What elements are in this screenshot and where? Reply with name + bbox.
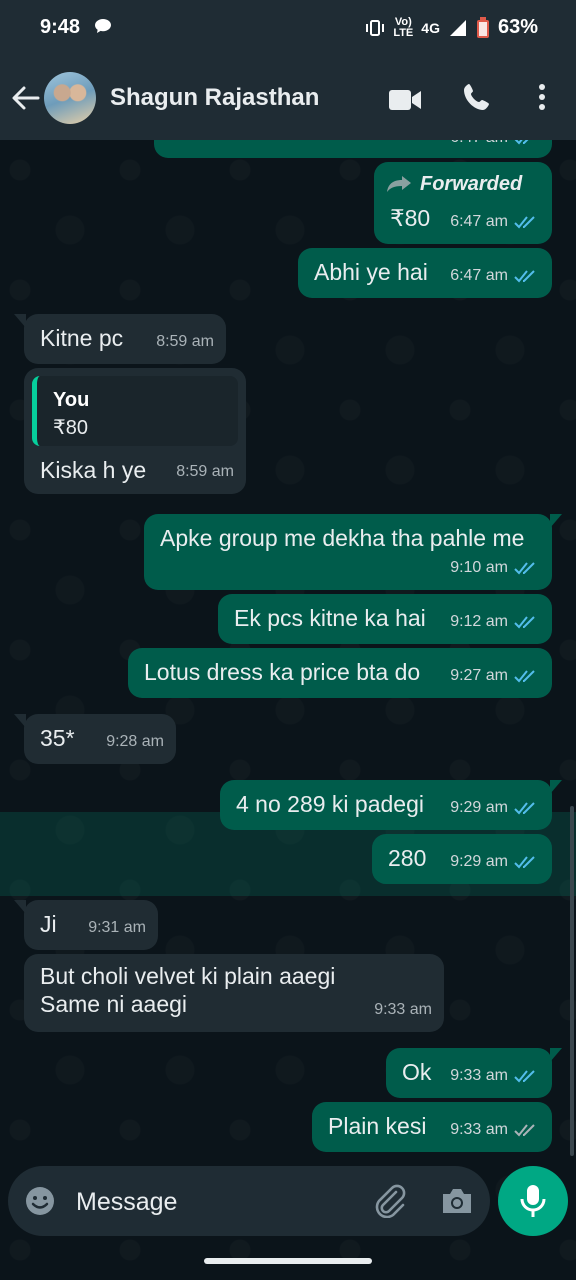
back-arrow-icon[interactable] xyxy=(10,84,40,112)
forwarded-label: Forwarded xyxy=(386,170,522,198)
read-receipt-icon xyxy=(514,670,535,683)
network-type: 4G xyxy=(421,19,440,36)
video-call-icon[interactable] xyxy=(388,88,422,112)
message-bubble-in[interactable]: You ₹80 Kiska h ye 8:59 am xyxy=(24,368,246,494)
message-meta: 9:10 am xyxy=(450,554,540,582)
message-bubble-out[interactable]: Apke group me dekha tha pahle me 9:10 am xyxy=(144,514,562,590)
vibrate-icon xyxy=(366,19,385,36)
read-receipt-icon xyxy=(514,856,535,869)
message-text: ₹80 xyxy=(390,205,431,231)
message-meta: 6:47 am xyxy=(450,262,540,290)
read-receipt-icon xyxy=(514,270,535,283)
status-indicators: Vo) LTE 4G 63% xyxy=(365,16,538,39)
message-text: Lotus dress ka price bta do xyxy=(144,659,421,685)
chat-notification-icon xyxy=(95,19,111,33)
contact-avatar[interactable] xyxy=(44,72,96,124)
message-meta: 9:33 am xyxy=(374,1001,432,1018)
message-bubble-in[interactable]: Ji 9:31 am xyxy=(14,900,158,950)
message-bubble-out[interactable]: 280 9:29 am xyxy=(372,834,552,884)
read-receipt-icon xyxy=(514,802,535,815)
message-bubble-out[interactable]: Lotus dress ka price bta do 9:27 am xyxy=(128,648,552,698)
message-text-line1: But choli velvet ki plain aaegi xyxy=(40,963,336,989)
message-text: 35* xyxy=(40,725,75,751)
message-text: 4 no 289 ki padegi xyxy=(236,791,424,817)
contact-name[interactable]: Shagun Rajasthan xyxy=(110,84,319,112)
message-bubble-out[interactable]: 6:47 am xyxy=(154,140,552,158)
read-receipt-icon xyxy=(514,616,535,629)
message-meta: 9:29 am xyxy=(450,794,540,822)
message-meta: 9:29 am xyxy=(450,848,540,876)
message-input[interactable] xyxy=(74,1184,358,1220)
attach-paperclip-icon[interactable] xyxy=(372,1184,408,1218)
message-text: Ek pcs kitne ka hai xyxy=(234,605,426,631)
message-text: Kiska h ye xyxy=(40,457,147,483)
delivered-receipt-icon xyxy=(514,1124,535,1137)
read-receipt-icon xyxy=(514,140,529,145)
message-text: Ok xyxy=(402,1059,432,1085)
signal-icon xyxy=(449,19,466,36)
message-meta: 9:33 am xyxy=(450,1116,540,1144)
message-meta: 9:12 am xyxy=(450,608,540,636)
more-options-icon[interactable] xyxy=(530,82,554,112)
message-bubble-out[interactable]: 4 no 289 ki padegi 9:29 am xyxy=(220,780,562,830)
status-time: 9:48 xyxy=(40,16,81,38)
quoted-message[interactable]: You ₹80 xyxy=(32,376,238,446)
message-text: Apke group me dekha tha pahle me xyxy=(160,525,525,551)
message-meta: 9:33 am xyxy=(450,1062,540,1090)
message-meta: 6:47 am xyxy=(450,140,540,152)
message-meta: 9:31 am xyxy=(88,919,146,936)
message-meta: 8:59 am xyxy=(176,463,234,480)
compose-bar xyxy=(8,1166,490,1236)
message-text: Kitne pc xyxy=(40,325,124,351)
emoji-icon[interactable] xyxy=(24,1185,56,1217)
message-text: Ji xyxy=(40,911,57,937)
message-meta: 8:59 am xyxy=(156,333,214,350)
volte-indicator: Vo) LTE xyxy=(393,15,414,39)
message-meta: 9:28 am xyxy=(106,733,164,750)
voice-call-icon[interactable] xyxy=(462,82,492,112)
message-meta: 6:47 am xyxy=(450,208,540,236)
read-receipt-icon xyxy=(514,1070,535,1083)
quote-author: You xyxy=(53,389,90,411)
camera-icon[interactable] xyxy=(440,1186,474,1216)
voice-message-button[interactable] xyxy=(498,1166,568,1236)
message-bubble-out[interactable]: Abhi ye hai 6:47 am xyxy=(298,248,552,298)
read-receipt-icon xyxy=(514,216,535,229)
read-receipt-icon xyxy=(514,562,535,575)
microphone-icon xyxy=(520,1185,546,1217)
message-text: 280 xyxy=(388,845,427,871)
message-bubble-in[interactable]: But choli velvet ki plain aaegi Same ni … xyxy=(24,954,444,1032)
scrollbar[interactable] xyxy=(570,806,574,1156)
message-bubble-in[interactable]: Kitne pc 8:59 am xyxy=(14,314,226,364)
message-meta: 9:27 am xyxy=(450,662,540,690)
battery-percent: 63% xyxy=(497,16,538,38)
battery-icon xyxy=(476,16,489,38)
message-bubble-out[interactable]: Ok 9:33 am xyxy=(386,1048,562,1098)
message-text: Plain kesi xyxy=(328,1113,427,1139)
chat-header: Shagun Rajasthan xyxy=(0,56,576,140)
message-bubble-out[interactable]: Ek pcs kitne ka hai 9:12 am xyxy=(218,594,552,644)
forward-arrow-icon xyxy=(387,176,411,192)
message-bubble-out[interactable]: Plain kesi 9:33 am xyxy=(312,1102,552,1152)
message-bubble-out[interactable]: Forwarded ₹80 6:47 am xyxy=(374,162,552,244)
message-text: Abhi ye hai xyxy=(314,259,428,285)
quote-text: ₹80 xyxy=(53,417,88,439)
message-list[interactable]: 6:47 am Forwarded ₹80 6:47 am Abhi ye ha… xyxy=(0,140,576,1160)
message-bubble-in[interactable]: 35* 9:28 am xyxy=(14,714,176,764)
message-text-line2: Same ni aaegi xyxy=(40,991,188,1017)
status-bar: 9:48 Vo) LTE 4G 63% xyxy=(0,0,576,56)
home-indicator[interactable] xyxy=(204,1258,372,1264)
